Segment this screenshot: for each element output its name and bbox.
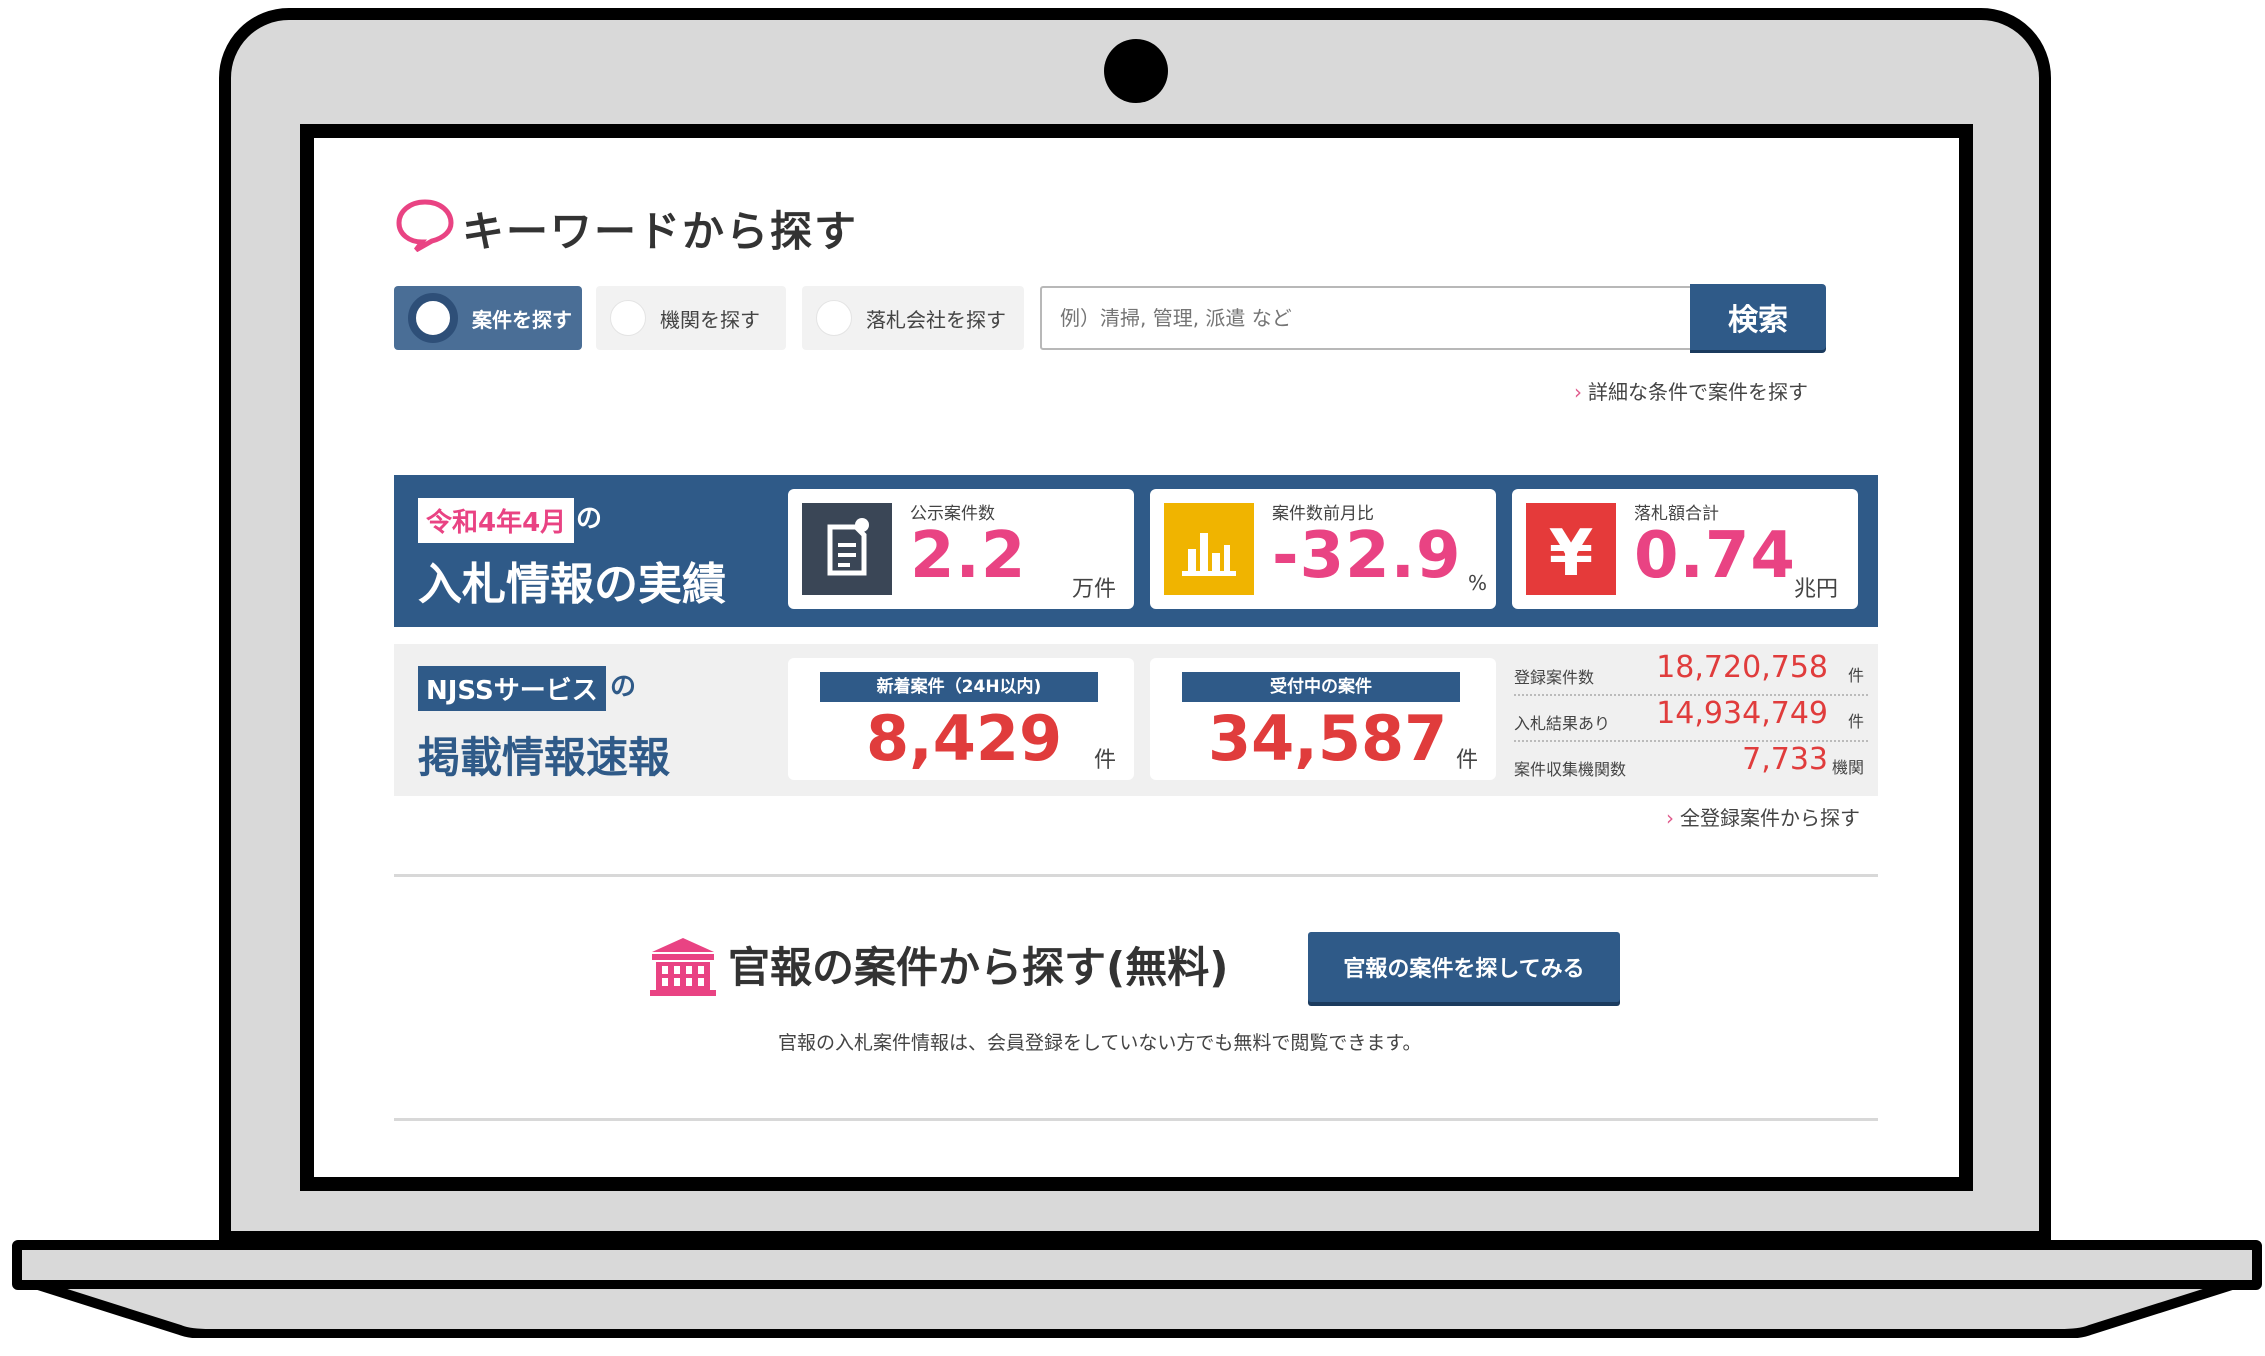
tab-search-agencies[interactable]: 機関を探す xyxy=(596,286,786,350)
divider xyxy=(394,1118,1878,1121)
stat-row-value: 7,733 xyxy=(1742,742,1828,777)
period-tag: 令和4年4月 xyxy=(418,498,575,543)
bar-chart-icon xyxy=(1164,503,1254,595)
stat-row-unit: 機関 xyxy=(1831,758,1864,777)
stat-row-unit: 件 xyxy=(1847,712,1864,731)
open-cases-unit: 件 xyxy=(1456,748,1479,773)
advanced-search-link-label: 詳細な条件で案件を探す xyxy=(1588,380,1808,404)
period-suffix: の xyxy=(576,504,603,534)
chevron-right-icon: › xyxy=(1666,806,1674,830)
tab-search-cases[interactable]: 案件を探す xyxy=(394,286,582,350)
advanced-search-link[interactable]: › 詳細な条件で案件を探す xyxy=(1574,376,1808,405)
open-cases-header: 受付中の案件 xyxy=(1182,672,1460,702)
building-icon xyxy=(650,938,716,996)
njss-tag: NJSSサービス xyxy=(418,666,606,711)
stat-card-month-change: 案件数前月比 -32.9 % xyxy=(1150,489,1496,609)
keyword-section-title: キーワードから探す xyxy=(462,207,859,256)
open-cases-card: 受付中の案件 34,587 件 xyxy=(1150,658,1496,780)
svg-text:¥: ¥ xyxy=(1549,517,1594,591)
radio-unselected-icon xyxy=(610,300,646,336)
stat-card-value: 0.74 xyxy=(1634,519,1796,593)
divider xyxy=(394,874,1878,877)
stat-row-unit: 件 xyxy=(1847,666,1864,685)
speech-bubble-icon xyxy=(396,199,454,252)
radio-selected-icon xyxy=(408,293,458,343)
radio-unselected-icon xyxy=(816,300,852,336)
results-title: 入札情報の実績 xyxy=(418,559,726,610)
gazette-search-button[interactable]: 官報の案件を探してみる xyxy=(1308,932,1620,1002)
new-cases-value: 8,429 xyxy=(866,702,1063,775)
gazette-description: 官報の入札案件情報は、会員登録をしていない方でも無料で閲覧できます。 xyxy=(778,1032,1422,1054)
yen-icon: ¥ xyxy=(1526,503,1616,595)
stat-row-label: 案件収集機関数 xyxy=(1514,760,1627,779)
stat-row-value: 14,934,749 xyxy=(1656,696,1828,731)
search-button[interactable]: 検索 xyxy=(1690,284,1826,350)
all-cases-link-label: 全登録案件から探す xyxy=(1680,806,1860,830)
stat-row-value: 18,720,758 xyxy=(1656,650,1828,685)
new-cases-header: 新着案件（24H以内) xyxy=(820,672,1098,702)
tab-label: 機関を探す xyxy=(660,307,760,332)
open-cases-value: 34,587 xyxy=(1208,702,1448,775)
stat-card-value: -32.9 xyxy=(1272,519,1462,593)
stat-row: 入札結果あり 14,934,749 件 xyxy=(1514,696,1868,742)
stat-row: 登録案件数 18,720,758 件 xyxy=(1514,650,1868,696)
stat-card-unit: 万件 xyxy=(1072,577,1117,602)
new-cases-card: 新着案件（24H以内) 8,429 件 xyxy=(788,658,1134,780)
camera-icon xyxy=(1104,39,1168,103)
stat-row-label: 登録案件数 xyxy=(1514,668,1595,687)
screen: キーワードから探す 案件を探す 機関を探す 落札会社を探す 検索 ›詳細な条件で… xyxy=(314,138,1959,1177)
new-cases-unit: 件 xyxy=(1094,748,1117,773)
stat-card-notices: 公示案件数 2.2 万件 xyxy=(788,489,1134,609)
stat-card-winning-total: ¥ 落札額合計 0.74 兆円 xyxy=(1512,489,1858,609)
tab-label: 案件を探す xyxy=(472,307,572,332)
all-cases-link[interactable]: › 全登録案件から探す xyxy=(1666,802,1860,831)
laptop-base-bottom xyxy=(33,1282,2237,1338)
stat-card-unit: 兆円 xyxy=(1794,577,1839,602)
stat-row: 案件収集機関数 7,733 機関 xyxy=(1514,742,1868,788)
tab-search-winners[interactable]: 落札会社を探す xyxy=(802,286,1024,350)
document-edit-icon xyxy=(802,503,892,595)
stat-card-unit: % xyxy=(1468,571,1488,595)
chevron-right-icon: › xyxy=(1574,380,1582,404)
tab-label: 落札会社を探す xyxy=(866,307,1006,332)
njss-tag-suffix: の xyxy=(610,672,637,702)
stat-card-value: 2.2 xyxy=(910,519,1027,593)
stat-row-label: 入札結果あり xyxy=(1514,714,1611,733)
njss-title: 掲載情報速報 xyxy=(418,733,671,782)
search-input[interactable] xyxy=(1040,286,1692,350)
gazette-title: 官報の案件から探す(無料) xyxy=(728,943,1229,992)
